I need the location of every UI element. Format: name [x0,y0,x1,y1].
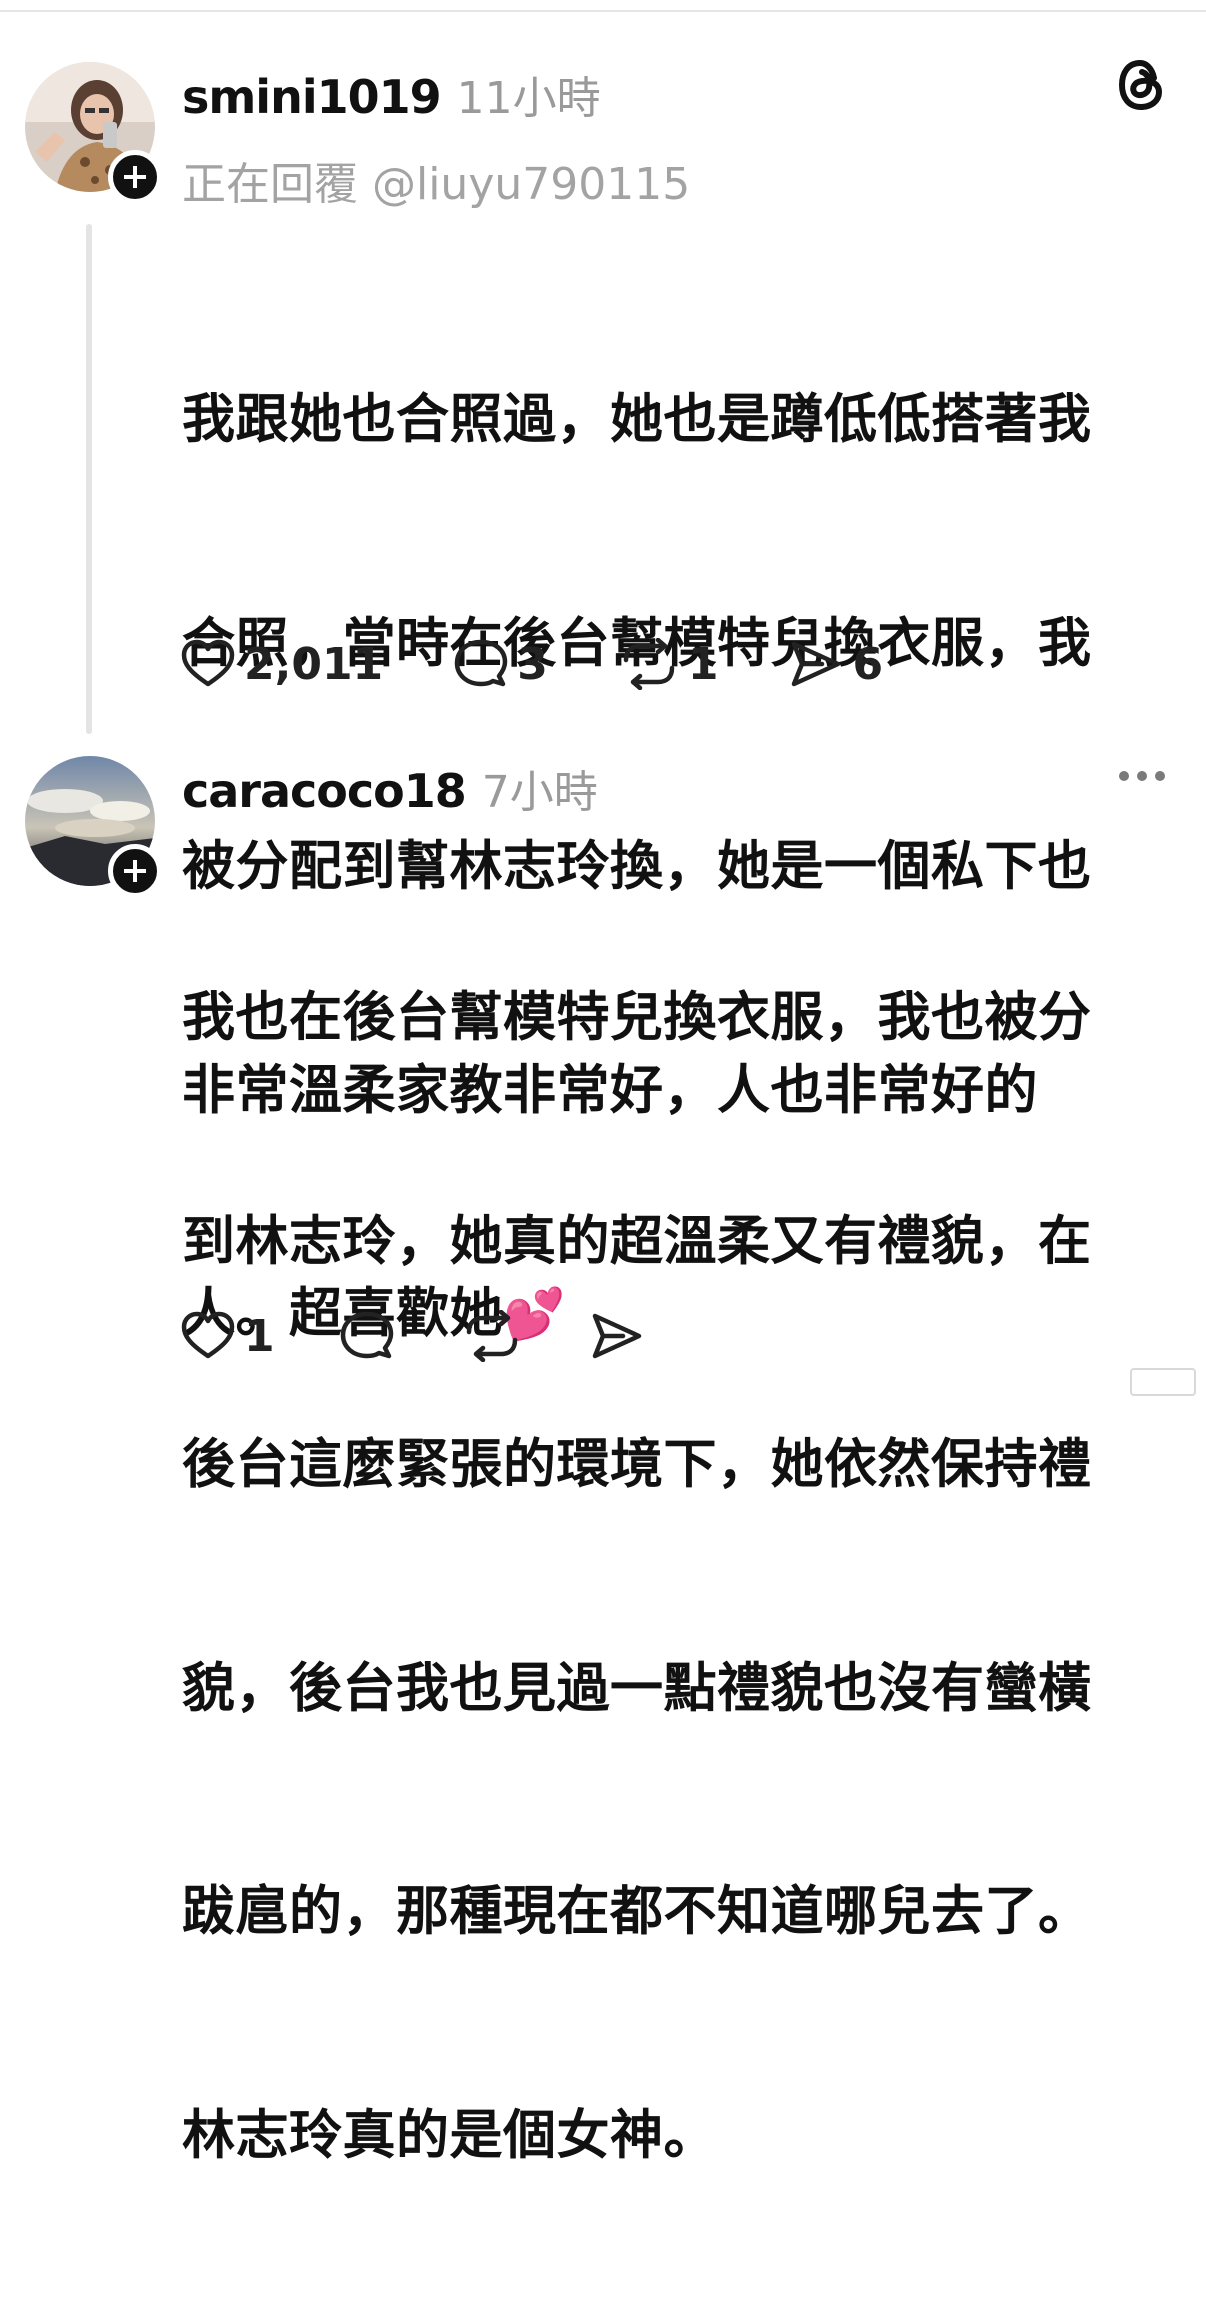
scrollbar[interactable] [1130,1368,1196,1396]
like-button[interactable]: 1 [180,1310,275,1362]
comment-button[interactable]: 3 [453,638,548,690]
comment-icon [340,1311,393,1359]
username[interactable]: smini1019 [182,70,442,124]
body-line: 後台這麼緊張的環境下，她依然保持禮 [182,1434,1092,1495]
repost-button[interactable] [461,1310,523,1362]
send-icon [792,641,841,687]
post-header: smini1019 11小時 [182,62,601,126]
more-options-icon[interactable] [1118,768,1166,787]
send-icon [592,1313,641,1359]
repost-count: 1 [687,638,719,690]
comment-icon [454,639,508,687]
like-count: 1 [244,1310,275,1362]
share-button[interactable]: 6 [788,638,883,690]
repost-icon [466,1310,517,1362]
top-divider [0,0,1206,12]
repost-button[interactable]: 1 [618,638,719,690]
thread-line [86,224,92,734]
body-line: 我跟她也合照過，她也是蹲低低搭著我 [182,389,1092,450]
share-count: 6 [852,638,884,690]
follow-button[interactable] [108,150,162,204]
body-line: 到林志玲，她真的超溫柔又有禮貌，在 [182,1210,1092,1272]
like-button[interactable]: 2,011 [180,638,383,690]
heart-icon [181,639,235,687]
plus-icon [124,860,146,882]
action-bar: 2,011 3 1 6 [180,638,953,690]
follow-button[interactable] [108,844,162,898]
comment-count: 3 [517,638,548,690]
body-line: 跋扈的，那種現在都不知道哪兒去了。 [182,1881,1092,1942]
heart-icon [181,1311,235,1359]
repost-icon [623,638,675,690]
body-line: 我也在後台幫模特兒換衣服，我也被分 [182,987,1092,1048]
post-header: caracoco18 7小時 [182,756,598,820]
like-count: 2,011 [244,638,384,690]
replying-to[interactable]: 正在回覆 @liuyu790115 [182,148,690,212]
share-button[interactable] [589,1310,645,1362]
timestamp: 11小時 [456,73,601,124]
body-line: 林志玲真的是個女神。 [182,2104,717,2166]
plus-icon [124,166,146,188]
timestamp: 7小時 [481,767,598,818]
action-bar: 1 [180,1310,715,1362]
post-body: 我也在後台幫模特兒換衣服，我也被分 到林志玲，她真的超溫柔又有禮貌，在 後台這麼… [182,832,1172,2322]
threads-logo-icon[interactable] [1116,58,1166,116]
comment-button[interactable] [339,1310,395,1362]
body-line: 貌，後台我也見過一點禮貌也沒有蠻橫 [182,1657,1092,1719]
username[interactable]: caracoco18 [182,764,467,818]
